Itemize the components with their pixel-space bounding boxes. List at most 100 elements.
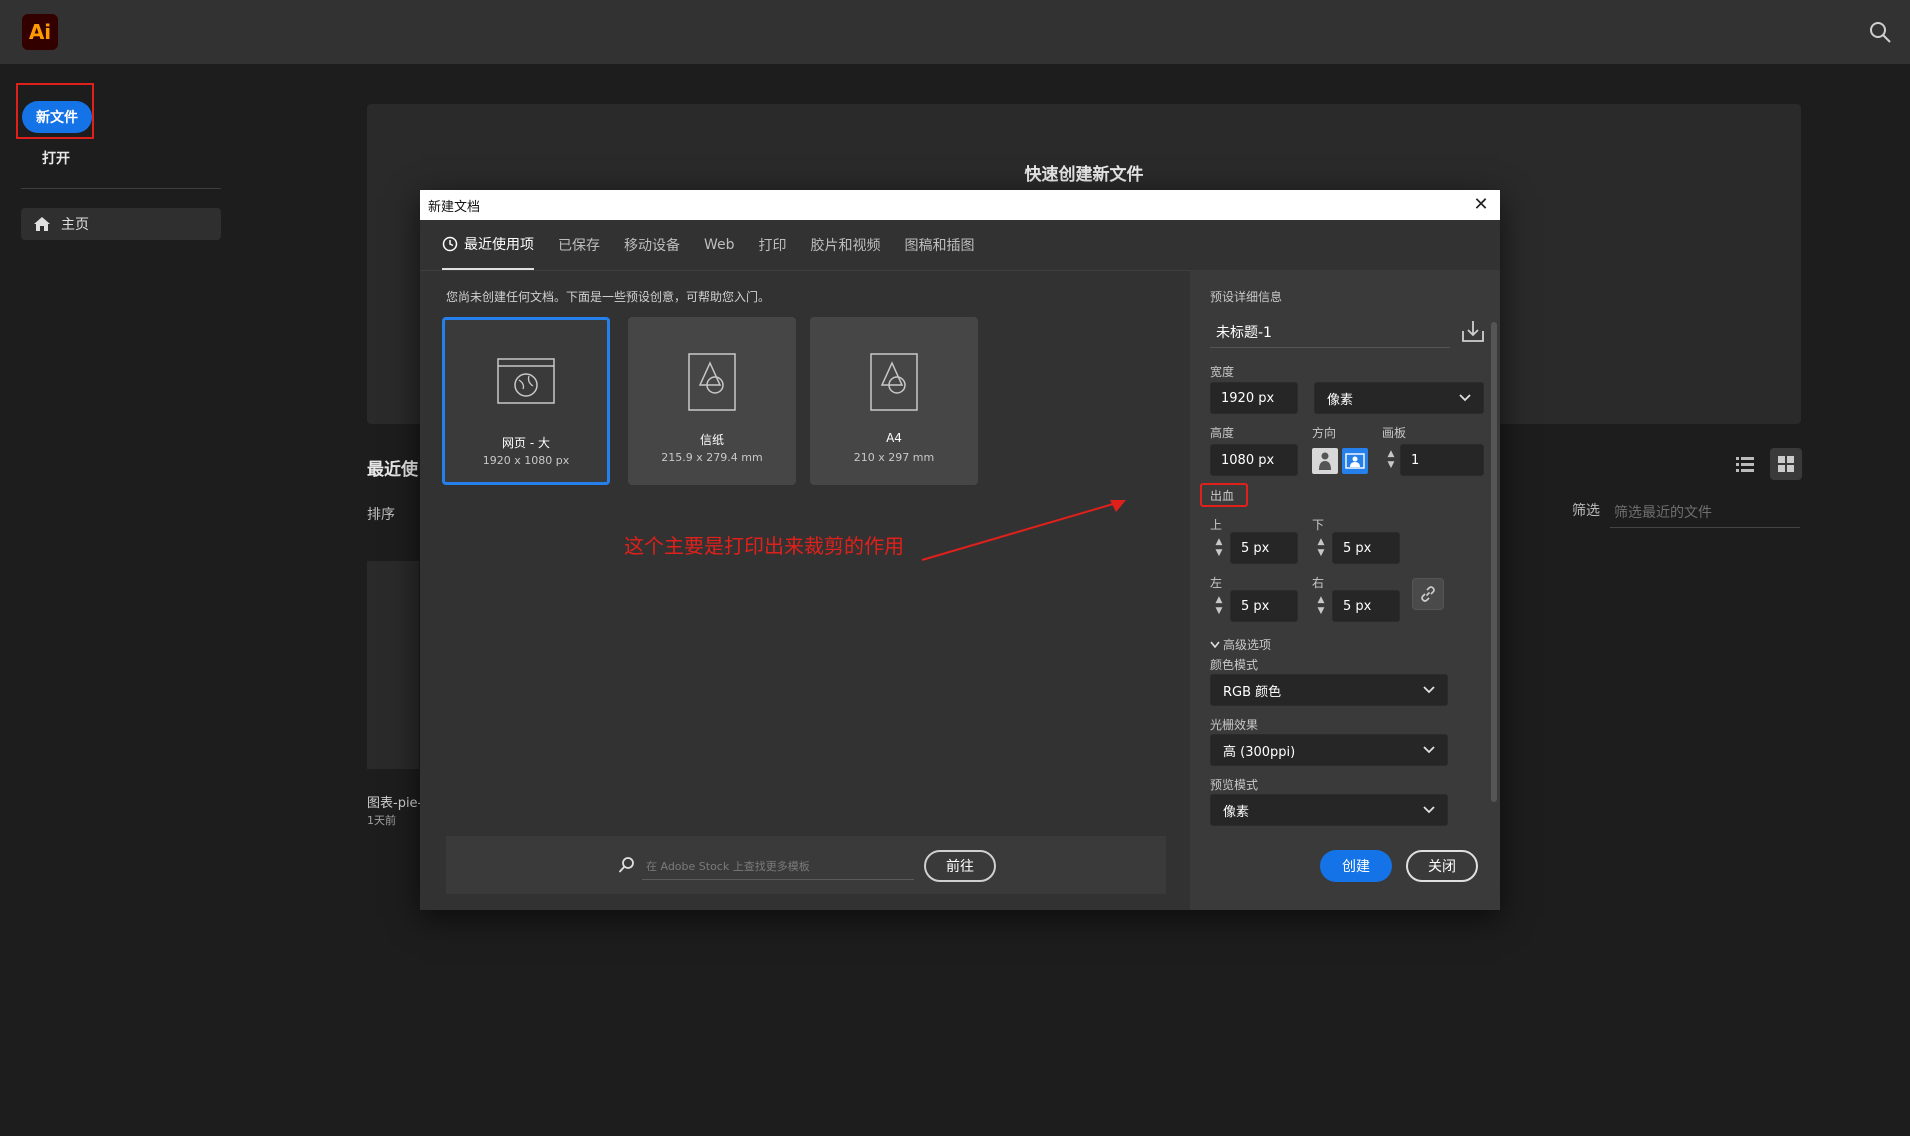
recent-file-time: 1天前 — [367, 814, 396, 827]
unit-select[interactable]: 像素 — [1314, 382, 1484, 414]
height-label: 高度 — [1210, 426, 1235, 440]
chevron-down-icon — [1423, 806, 1435, 814]
document-name-input[interactable]: 未标题-1 — [1210, 314, 1450, 348]
clock-icon — [442, 236, 458, 252]
open-button[interactable]: 打开 — [42, 148, 70, 168]
annotation-text: 这个主要是打印出来裁剪的作用 — [624, 534, 904, 558]
top-bar — [0, 0, 1910, 64]
stock-search-input[interactable]: 在 Adobe Stock 上查找更多模板 — [642, 850, 914, 880]
width-input[interactable]: 1920 px — [1210, 382, 1298, 414]
advanced-options-toggle[interactable]: 高级选项 — [1210, 636, 1271, 653]
width-label: 宽度 — [1210, 365, 1235, 379]
raster-effects-select[interactable]: 高 (300ppi) — [1210, 734, 1448, 766]
new-document-dialog: 新建文档 ✕ 最近使用项 已保存 移动设备 Web 打印 胶片和视频 图稿和插图… — [420, 190, 1500, 910]
new-file-button[interactable]: 新文件 — [22, 101, 92, 133]
preset-card-letter[interactable]: 信纸 215.9 x 279.4 mm — [628, 317, 796, 485]
height-input[interactable]: 1080 px — [1210, 444, 1298, 476]
bleed-left-label: 左 — [1210, 576, 1223, 590]
preset-details-panel: 预设详细信息 未标题-1 宽度 1920 px 像素 高度 1080 px 方向… — [1190, 270, 1500, 910]
hero-title: 快速创建新文件 — [1024, 165, 1144, 185]
dialog-close-icon[interactable]: ✕ — [1470, 194, 1492, 216]
print-preset-icon — [688, 353, 736, 411]
filter-label: 筛选 — [1572, 503, 1600, 519]
tab-recent[interactable]: 最近使用项 — [442, 220, 534, 270]
preset-size: 215.9 x 279.4 mm — [661, 451, 763, 464]
preset-tabs: 最近使用项 已保存 移动设备 Web 打印 胶片和视频 图稿和插图 — [442, 220, 999, 270]
bleed-left-input[interactable]: 5 px — [1230, 590, 1298, 622]
sidebar-item-label: 主页 — [61, 217, 89, 233]
stock-go-button[interactable]: 前往 — [924, 850, 996, 882]
tab-web[interactable]: Web — [704, 220, 735, 270]
artboards-stepper[interactable]: ▲ ▼ — [1382, 444, 1400, 476]
annotation-arrow — [921, 500, 1126, 561]
preview-mode-select[interactable]: 像素 — [1210, 794, 1448, 826]
preset-card-web-large[interactable]: 网页 - 大 1920 x 1080 px — [442, 317, 610, 485]
list-view-icon[interactable] — [1734, 453, 1756, 475]
artboards-input[interactable]: 1 — [1400, 444, 1484, 476]
web-preset-icon — [497, 358, 555, 404]
preset-name: 信纸 — [699, 433, 724, 447]
tab-film-video[interactable]: 胶片和视频 — [811, 220, 881, 270]
bleed-top-label: 上 — [1210, 518, 1223, 532]
chevron-down-icon — [1423, 746, 1435, 754]
filter-input[interactable]: 筛选最近的文件 — [1610, 496, 1800, 528]
dialog-title: 新建文档 — [428, 199, 481, 215]
print-preset-icon — [870, 353, 918, 411]
preset-name: A4 — [886, 431, 902, 445]
preset-size: 210 x 297 mm — [853, 451, 935, 464]
search-icon — [618, 857, 634, 873]
stock-search-bar: 在 Adobe Stock 上查找更多模板 前往 — [446, 836, 1166, 894]
create-button[interactable]: 创建 — [1320, 850, 1392, 882]
recent-title: 最近使 — [367, 460, 418, 480]
chevron-down-icon — [1459, 394, 1471, 402]
preset-size: 1920 x 1080 px — [482, 454, 570, 467]
tab-art-illustration[interactable]: 图稿和插图 — [905, 220, 975, 270]
tab-saved[interactable]: 已保存 — [558, 220, 600, 270]
raster-effects-value: 高 (300ppi) — [1223, 744, 1296, 760]
details-scrollbar[interactable] — [1490, 310, 1498, 830]
bleed-top-stepper[interactable]: ▲ ▼ — [1210, 532, 1228, 564]
sidebar-divider — [21, 188, 221, 189]
tab-print[interactable]: 打印 — [759, 220, 787, 270]
color-mode-select[interactable]: RGB 颜色 — [1210, 674, 1448, 706]
details-header: 预设详细信息 — [1210, 290, 1283, 304]
home-icon — [34, 217, 50, 231]
portrait-icon[interactable] — [1312, 448, 1338, 474]
chevron-down-icon — [1423, 686, 1435, 694]
dialog-titlebar: 新建文档 — [420, 190, 1500, 220]
bleed-right-input[interactable]: 5 px — [1332, 590, 1400, 622]
advanced-options-label: 高级选项 — [1223, 638, 1272, 652]
preset-card-a4[interactable]: A4 210 x 297 mm — [810, 317, 978, 485]
tab-mobile[interactable]: 移动设备 — [624, 220, 680, 270]
bleed-bottom-stepper[interactable]: ▲ ▼ — [1312, 532, 1330, 564]
recent-file-thumbnail[interactable] — [367, 561, 419, 769]
bleed-bottom-label: 下 — [1312, 518, 1325, 532]
preview-mode-value: 像素 — [1223, 804, 1250, 820]
recent-file-name[interactable]: 图表-pie- — [367, 792, 422, 811]
preset-name: 网页 - 大 — [502, 436, 550, 450]
app-logo: Ai — [22, 14, 58, 50]
sort-label[interactable]: 排序 — [367, 504, 395, 524]
raster-effects-label: 光栅效果 — [1210, 718, 1259, 732]
landscape-icon[interactable] — [1342, 448, 1368, 474]
color-mode-value: RGB 颜色 — [1223, 684, 1282, 700]
close-button[interactable]: 关闭 — [1406, 850, 1478, 882]
sidebar-item-home[interactable]: 主页 — [21, 208, 221, 240]
grid-view-icon[interactable] — [1770, 448, 1802, 480]
orientation-label: 方向 — [1312, 426, 1337, 440]
bleed-top-input[interactable]: 5 px — [1230, 532, 1298, 564]
bleed-right-label: 右 — [1312, 576, 1325, 590]
color-mode-label: 颜色模式 — [1210, 658, 1259, 672]
chevron-down-icon — [1210, 641, 1220, 648]
bleed-right-stepper[interactable]: ▲ ▼ — [1312, 590, 1330, 622]
scrollbar-thumb[interactable] — [1491, 322, 1497, 802]
unit-select-value: 像素 — [1327, 392, 1354, 408]
preview-mode-label: 预览模式 — [1210, 778, 1259, 792]
save-preset-icon[interactable] — [1460, 318, 1486, 344]
tabs-divider — [420, 270, 1190, 271]
bleed-left-stepper[interactable]: ▲ ▼ — [1210, 590, 1228, 622]
tab-label: 最近使用项 — [464, 237, 534, 253]
link-icon[interactable] — [1412, 578, 1444, 610]
search-icon[interactable] — [1868, 20, 1892, 44]
bleed-bottom-input[interactable]: 5 px — [1332, 532, 1400, 564]
